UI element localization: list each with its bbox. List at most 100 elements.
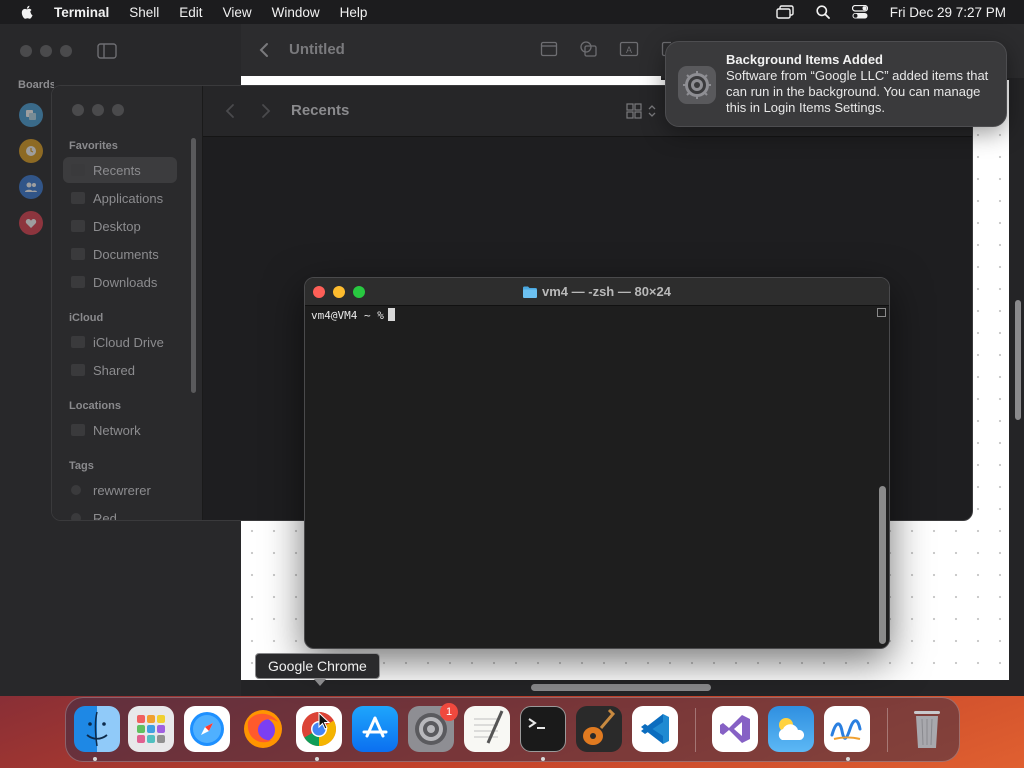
dock-tooltip: Google Chrome bbox=[255, 653, 380, 679]
tooltip-pointer bbox=[313, 678, 327, 686]
zoom-button[interactable] bbox=[112, 104, 124, 116]
screen-mirroring-icon[interactable] bbox=[776, 5, 794, 19]
system-settings-gear-icon bbox=[678, 66, 716, 104]
menu-help[interactable]: Help bbox=[340, 5, 368, 20]
finder-sidebar: Favorites Recents Applications Desktop D… bbox=[52, 86, 203, 520]
terminal-title-bar[interactable]: vm4 — -zsh — 80×24 bbox=[305, 278, 889, 306]
sidebar-item-tag-red[interactable]: Red bbox=[63, 505, 177, 521]
garageband-icon[interactable] bbox=[576, 706, 622, 752]
finder-window-controls bbox=[72, 104, 124, 116]
close-button[interactable] bbox=[72, 104, 84, 116]
scroll-marker-icon[interactable] bbox=[877, 308, 886, 317]
minimize-button[interactable] bbox=[40, 45, 52, 57]
text-box-icon[interactable]: A bbox=[619, 40, 639, 58]
freeform-window-controls bbox=[20, 45, 72, 57]
running-indicator bbox=[541, 757, 545, 761]
sidebar-item-icloud-drive[interactable]: iCloud Drive bbox=[63, 329, 177, 355]
menu-view[interactable]: View bbox=[223, 5, 252, 20]
control-center-icon[interactable] bbox=[851, 5, 868, 19]
running-indicator bbox=[93, 757, 97, 761]
freeform-icon[interactable] bbox=[824, 706, 870, 752]
sidebar-section-icloud: iCloud bbox=[69, 312, 104, 324]
back-chevron-icon[interactable] bbox=[259, 42, 269, 58]
app-store-icon[interactable] bbox=[352, 706, 398, 752]
sidebar-item-recents[interactable]: Recents bbox=[63, 157, 177, 183]
menu-shell[interactable]: Shell bbox=[129, 5, 159, 20]
applications-icon bbox=[71, 192, 85, 204]
sidebar-item-label: rewwrerer bbox=[93, 482, 151, 498]
canvas-vertical-scrollbar[interactable] bbox=[1015, 300, 1021, 420]
running-indicator bbox=[315, 757, 319, 761]
terminal-icon[interactable] bbox=[520, 706, 566, 752]
sidebar-toggle-icon[interactable] bbox=[97, 43, 117, 59]
menu-app-terminal[interactable]: Terminal bbox=[54, 5, 109, 20]
terminal-window-title: vm4 — -zsh — 80×24 bbox=[305, 284, 889, 299]
safari-icon[interactable] bbox=[184, 706, 230, 752]
sidebar-item-desktop[interactable]: Desktop bbox=[63, 213, 177, 239]
background-items-notification[interactable]: Background Items Added Software from “Go… bbox=[665, 41, 1007, 127]
finder-icon[interactable] bbox=[74, 706, 120, 752]
sidebar-section-tags: Tags bbox=[69, 460, 94, 472]
board-title: Untitled bbox=[289, 41, 345, 58]
zoom-button[interactable] bbox=[60, 45, 72, 57]
sidebar-section-boards: Boards bbox=[18, 79, 54, 91]
menu-window[interactable]: Window bbox=[272, 5, 320, 20]
weather-icon[interactable] bbox=[768, 706, 814, 752]
grid-view-icon[interactable] bbox=[625, 102, 659, 120]
recents-clock-icon[interactable] bbox=[19, 139, 43, 163]
sidebar-item-network[interactable]: Network bbox=[63, 417, 177, 443]
launchpad-icon[interactable] bbox=[128, 706, 174, 752]
notification-title: Background Items Added bbox=[726, 52, 883, 67]
canvas-horizontal-scrollbar[interactable] bbox=[531, 684, 711, 691]
sidebar-scrollbar[interactable] bbox=[191, 138, 196, 393]
network-globe-icon bbox=[71, 424, 85, 436]
tooltip-label: Google Chrome bbox=[268, 658, 367, 674]
shapes-icon[interactable] bbox=[579, 40, 599, 58]
visual-studio-icon[interactable] bbox=[712, 706, 758, 752]
sidebar-item-shared[interactable]: Shared bbox=[63, 357, 177, 383]
tag-dot-icon bbox=[71, 485, 81, 495]
desktop-icon bbox=[71, 220, 85, 232]
sidebar-item-label: Shared bbox=[93, 362, 135, 378]
mouse-pointer-icon bbox=[318, 712, 330, 730]
forward-chevron-icon[interactable] bbox=[261, 103, 271, 119]
document-icon bbox=[71, 248, 85, 260]
sidebar-item-label: Downloads bbox=[93, 274, 158, 290]
sidebar-section-favorites: Favorites bbox=[69, 140, 118, 152]
trash-icon[interactable] bbox=[904, 706, 950, 752]
sidebar-item-label: Network bbox=[93, 422, 141, 438]
vscode-icon[interactable] bbox=[632, 706, 678, 752]
menu-bar-clock[interactable]: Fri Dec 29 7:27 PM bbox=[890, 5, 1006, 20]
notification-body: Software from “Google LLC” added items t… bbox=[726, 68, 989, 115]
minimize-button[interactable] bbox=[92, 104, 104, 116]
terminal-content[interactable]: vm4@VM4 ~ % bbox=[305, 307, 875, 648]
shared-folder-icon bbox=[71, 364, 85, 376]
spotlight-search-icon[interactable] bbox=[816, 5, 830, 19]
menu-bar: Terminal Shell Edit View Window Help Fri… bbox=[0, 0, 1024, 24]
all-boards-icon[interactable] bbox=[19, 103, 43, 127]
sidebar-item-applications[interactable]: Applications bbox=[63, 185, 177, 211]
sticky-note-icon[interactable] bbox=[540, 40, 558, 58]
back-chevron-icon[interactable] bbox=[225, 103, 235, 119]
sidebar-item-label: iCloud Drive bbox=[93, 334, 164, 350]
terminal-title-text: vm4 — -zsh — 80×24 bbox=[542, 284, 671, 299]
sidebar-item-label: Applications bbox=[93, 190, 164, 206]
folder-icon bbox=[523, 286, 537, 298]
sidebar-item-tag-rewwrerer[interactable]: rewwrerer bbox=[63, 477, 177, 503]
terminal-scrollbar-thumb[interactable] bbox=[879, 486, 886, 644]
shared-people-icon[interactable] bbox=[19, 175, 43, 199]
apple-menu-icon[interactable] bbox=[19, 4, 35, 20]
sidebar-item-label: Red bbox=[93, 510, 117, 521]
sidebar-item-downloads[interactable]: Downloads bbox=[63, 269, 177, 295]
running-indicator bbox=[846, 757, 850, 761]
firefox-icon[interactable] bbox=[240, 706, 286, 752]
download-icon bbox=[71, 276, 85, 288]
favorites-heart-icon[interactable] bbox=[19, 211, 43, 235]
textedit-icon[interactable] bbox=[464, 706, 510, 752]
sidebar-item-label: Recents bbox=[93, 162, 141, 178]
close-button[interactable] bbox=[20, 45, 32, 57]
terminal-window: vm4 — -zsh — 80×24 vm4@VM4 ~ % bbox=[304, 277, 890, 649]
menu-edit[interactable]: Edit bbox=[179, 5, 202, 20]
sidebar-item-documents[interactable]: Documents bbox=[63, 241, 177, 267]
cloud-icon bbox=[71, 336, 85, 348]
